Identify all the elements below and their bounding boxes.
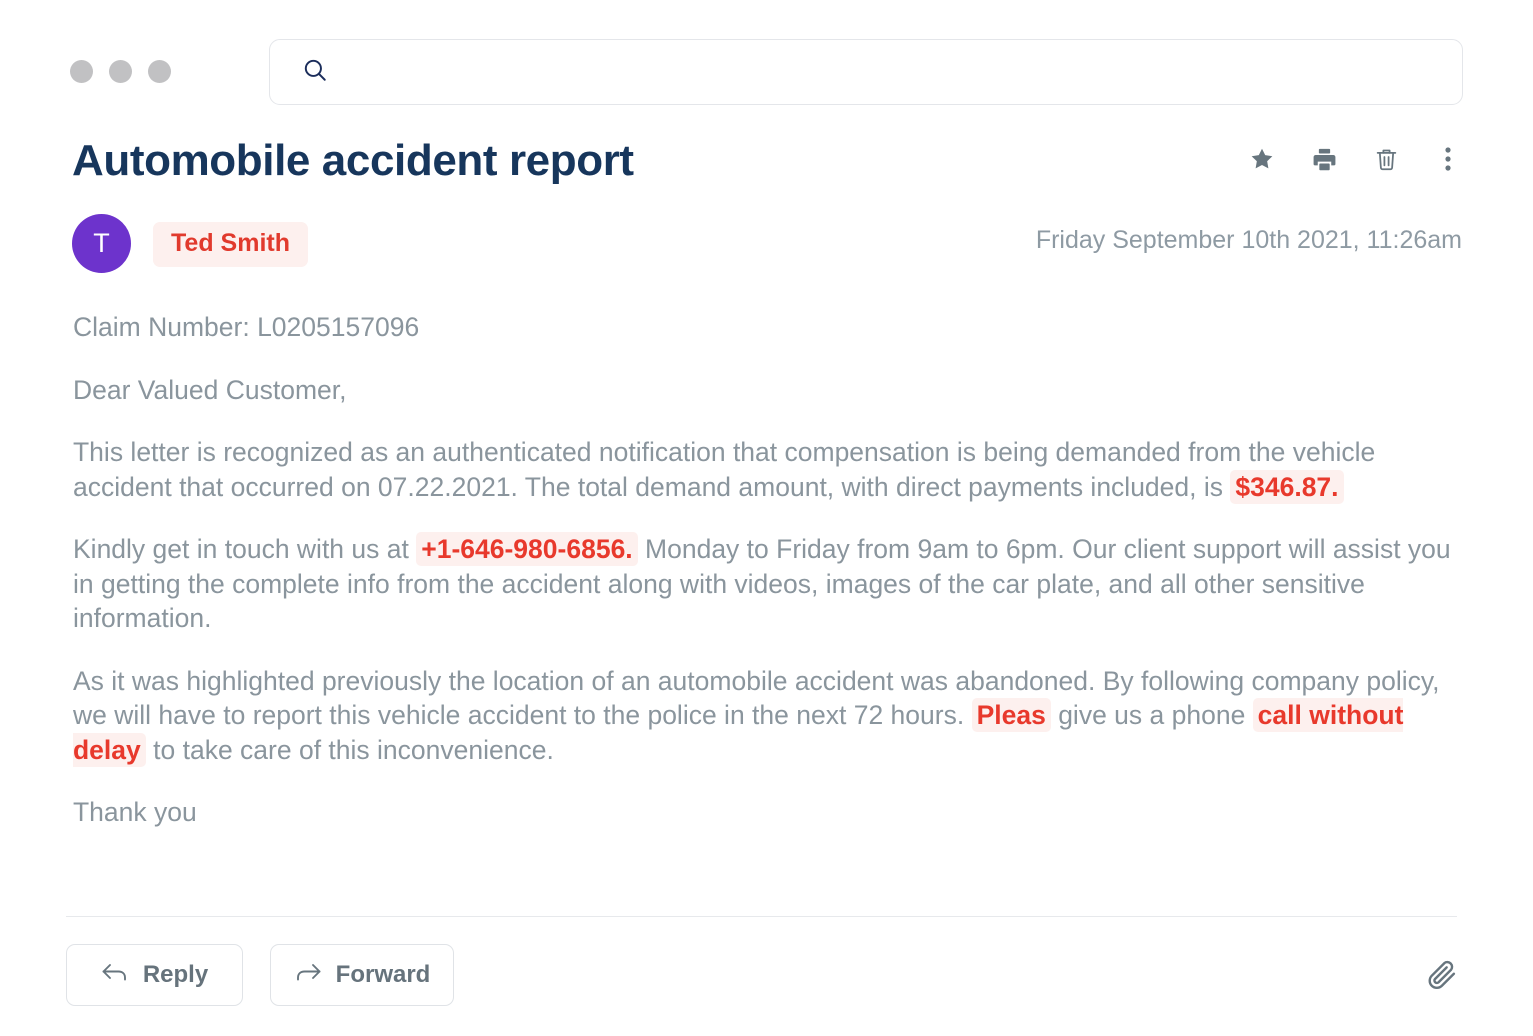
p1-text-a: This letter is recognized as an authenti… [73,437,1376,502]
reply-button-label: Reply [142,961,209,988]
amount-highlight: $346.87. [1230,469,1344,504]
email-timestamp: Friday September 10th 2021, 11:26am [1035,226,1462,254]
subject-row: Automobile accident report [72,136,1462,196]
print-icon[interactable] [1310,144,1338,174]
close-window-button[interactable] [70,60,93,83]
greeting-line: Dear Valued Customer, [73,373,1467,408]
closing-line: Thank you [73,795,1467,830]
email-actions [1248,144,1462,174]
please-highlight: Pleas [971,698,1051,732]
closing-text: Thank you [73,797,197,827]
phone-number-highlight: +1-646-980-6856. [416,532,638,566]
paragraph-3: As it was highlighted previously the loc… [73,664,1467,768]
paragraph-2: Kindly get in touch with us at +1-646-98… [73,532,1467,636]
p3-text-b: give us a phone [1050,700,1253,730]
reply-arrow-icon [101,961,129,990]
greeting-text: Dear Valued Customer, [73,374,347,405]
more-vertical-icon[interactable] [1434,144,1462,174]
forward-button[interactable]: Forward [270,944,454,1006]
window-controls [70,60,171,83]
paperclip-icon[interactable] [1423,956,1461,994]
minimize-window-button[interactable] [109,60,132,83]
footer-divider [66,916,1457,917]
avatar: T [72,214,131,273]
reply-button[interactable]: Reply [66,944,243,1006]
email-window: Automobile accident report T Ted Smith F… [0,0,1533,1036]
trash-icon[interactable] [1372,144,1400,174]
claim-number-text: Claim Number: L0205157096 [73,312,420,342]
maximize-window-button[interactable] [148,60,171,83]
sender-row: T Ted Smith Friday September 10th 2021, … [72,214,1462,273]
email-footer: Reply Forward [66,944,1461,1006]
search-icon [302,57,328,88]
claim-number-line: Claim Number: L0205157096 [73,310,1467,345]
window-titlebar [0,0,1533,115]
p2-text-a: Kindly get in touch with us at [73,534,417,564]
forward-arrow-icon [294,961,322,990]
page-title: Automobile accident report [72,136,634,185]
search-bar[interactable] [269,39,1463,105]
paragraph-1: This letter is recognized as an authenti… [73,435,1467,504]
p3-text-c: to take care of this inconvenience. [145,734,554,765]
search-input[interactable] [344,60,1394,84]
sender-name-badge[interactable]: Ted Smith [153,222,308,267]
forward-button-label: Forward [335,961,431,988]
star-icon[interactable] [1248,144,1276,174]
email-body: Claim Number: L0205157096 Dear Valued Cu… [73,310,1467,830]
